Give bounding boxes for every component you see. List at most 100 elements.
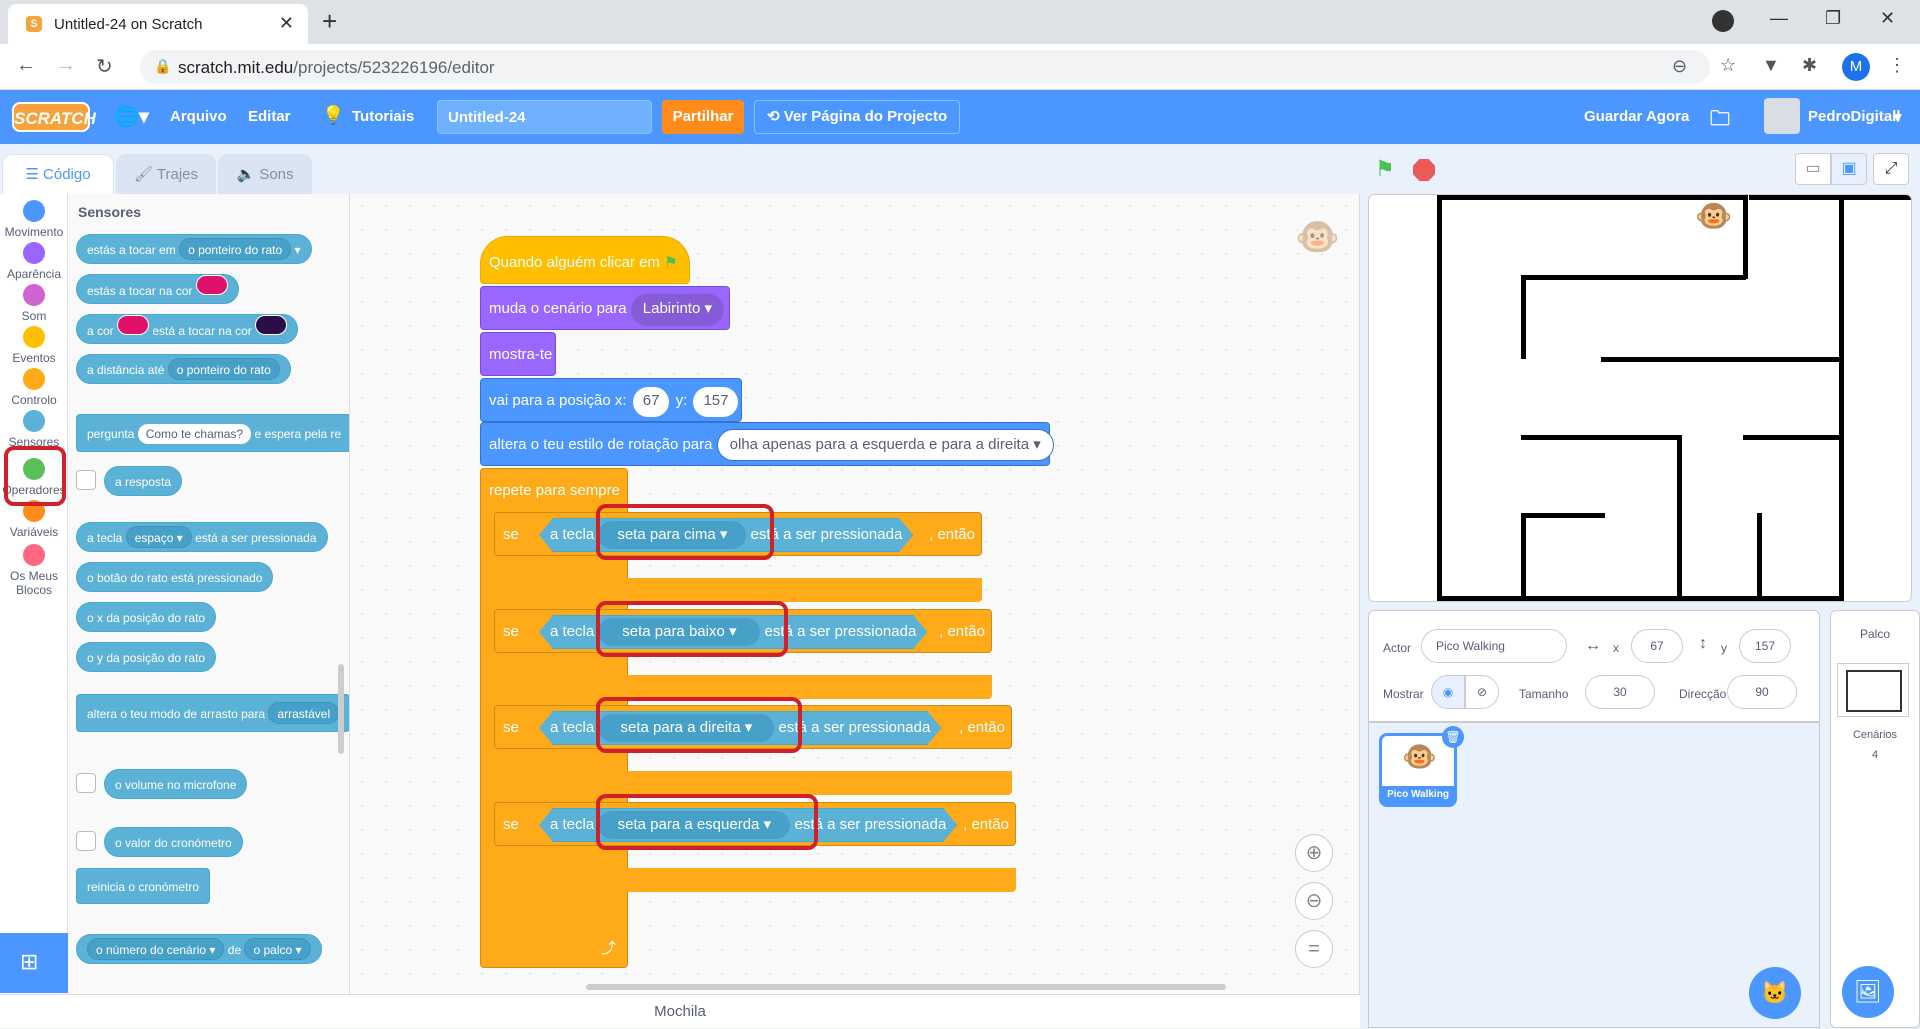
category-5[interactable]: Sensores	[0, 410, 68, 449]
category-4[interactable]: Controlo	[0, 368, 68, 407]
stage-canvas[interactable]: 🐵	[1368, 194, 1912, 602]
menu-file[interactable]: Arquivo	[170, 108, 227, 125]
address-toolbar: ← → ↻ 🔒 scratch.mit.edu/projects/5232261…	[0, 44, 1920, 90]
forward-icon[interactable]: →	[56, 54, 76, 77]
username[interactable]: PedroDigitall	[1808, 108, 1901, 125]
x-input[interactable]: 67	[1631, 629, 1683, 663]
tab-code[interactable]: ☰ Código	[2, 154, 114, 194]
color-swatch-pink[interactable]	[195, 275, 228, 295]
block-ask[interactable]: pergunta Como te chamas? e espera pela r…	[76, 414, 349, 452]
category-2[interactable]: Som	[0, 284, 68, 323]
tutorials-bulb-icon: 💡	[322, 105, 345, 125]
block-mouse-y[interactable]: o y da posição do rato	[76, 642, 217, 672]
save-now-button[interactable]: Guardar Agora	[1584, 108, 1689, 125]
block-mouse-x[interactable]: o x da posição do rato	[76, 602, 217, 632]
palette-heading: Sensores	[78, 204, 142, 220]
profile-dropdown-icon[interactable]	[1712, 10, 1734, 32]
block-drag-mode[interactable]: altera o teu modo de arrasto para arrast…	[76, 694, 349, 732]
category-0[interactable]: Movimento	[0, 200, 68, 239]
profile-avatar[interactable]: M	[1842, 53, 1870, 81]
delete-sprite-icon[interactable]: 🗑	[1442, 726, 1464, 748]
sprite-name-input[interactable]: Pico Walking	[1421, 629, 1567, 663]
size-label: Tamanho	[1519, 687, 1569, 701]
answer-checkbox[interactable]	[76, 470, 96, 490]
workspace-scrollbar[interactable]	[586, 984, 1226, 990]
small-stage-icon[interactable]: ▭	[1795, 153, 1831, 185]
bookmark-star-icon[interactable]: ☆	[1720, 55, 1736, 76]
stage-target-pane[interactable]: Palco Cenários 4	[1830, 610, 1920, 1028]
green-flag-icon[interactable]: ⚑	[1375, 156, 1395, 182]
category-3[interactable]: Eventos	[0, 326, 68, 365]
block-backdrop-of[interactable]: o número do cenário ▾ de o palco ▾	[76, 934, 322, 964]
block-go-to-xy[interactable]: vai para a posição x: 67 y: 157	[480, 378, 742, 422]
zoom-icon[interactable]: ⊖	[1672, 56, 1687, 77]
y-input[interactable]: 157	[1739, 629, 1791, 663]
block-set-rotation-style[interactable]: altera o teu estilo de rotação para olha…	[480, 422, 1054, 466]
my-stuff-folder-icon[interactable]: 🗀	[1710, 104, 1730, 138]
timer-checkbox[interactable]	[76, 831, 96, 851]
zoom-in-icon[interactable]: ⊕	[1295, 834, 1333, 872]
block-switch-backdrop[interactable]: muda o cenário para Labirinto ▾	[480, 286, 730, 330]
window-close-icon[interactable]: ✕	[1880, 8, 1895, 29]
tab-costumes[interactable]: 🖌 Trajes	[116, 154, 216, 194]
large-stage-icon[interactable]: ▣	[1831, 153, 1867, 185]
minimize-icon[interactable]: —	[1770, 8, 1788, 29]
block-distance[interactable]: a distância até o ponteiro do rato	[76, 354, 291, 384]
size-input[interactable]: 30	[1585, 675, 1655, 709]
share-button[interactable]: Partilhar	[662, 100, 744, 134]
user-avatar[interactable]	[1764, 98, 1800, 134]
menu-tutorials[interactable]: Tutoriais	[352, 108, 414, 125]
browser-tab[interactable]: S Untitled-24 on Scratch ✕	[8, 4, 308, 44]
add-sprite-button[interactable]: 🐱	[1749, 967, 1801, 1019]
color-swatch-pink-2[interactable]	[117, 315, 150, 335]
block-loudness[interactable]: o volume no microfone	[104, 769, 248, 799]
block-touching[interactable]: estás a tocar em o ponteiro do rato ▾	[76, 234, 312, 264]
block-answer[interactable]: a resposta	[104, 466, 183, 496]
menu-edit[interactable]: Editar	[248, 108, 291, 125]
block-color-touching-color[interactable]: a cor está a tocar na cor	[76, 314, 299, 344]
category-8[interactable]: Os Meus Blocos	[0, 544, 68, 597]
block-touching-color[interactable]: estás a tocar na cor	[76, 274, 239, 304]
tab-title: Untitled-24 on Scratch	[54, 16, 203, 33]
url-bar[interactable]: 🔒 scratch.mit.edu/projects/523226196/edi…	[140, 50, 1710, 84]
color-swatch-dark[interactable]	[255, 315, 288, 335]
category-label: Movimento	[4, 225, 64, 239]
direction-input[interactable]: 90	[1727, 675, 1797, 709]
block-show[interactable]: mostra-te	[480, 332, 556, 376]
block-when-flag-clicked[interactable]: Quando alguém clicar em ⚑	[480, 236, 690, 284]
pico-sprite[interactable]: 🐵	[1695, 199, 1732, 234]
add-backdrop-button[interactable]: 🖼	[1842, 966, 1894, 1018]
project-title-input[interactable]: Untitled-24	[437, 100, 652, 134]
block-mouse-down[interactable]: o botão do rato está pressionado	[76, 562, 274, 592]
stage-thumbnail[interactable]	[1837, 663, 1909, 717]
stop-icon[interactable]	[1413, 159, 1435, 181]
loudness-checkbox[interactable]	[76, 773, 96, 793]
block-key-pressed[interactable]: a tecla espaço ▾ está a ser pressionada	[76, 522, 328, 552]
backpack[interactable]: Mochila	[0, 994, 1360, 1028]
scratch-logo[interactable]: SCRATCH	[12, 102, 96, 132]
show-visible-icon[interactable]: ◉	[1431, 675, 1465, 709]
user-menu-chevron-icon[interactable]: ▾	[1894, 108, 1902, 126]
close-tab-icon[interactable]: ✕	[279, 13, 294, 34]
puzzle-icon[interactable]: ✱	[1802, 55, 1817, 76]
zoom-out-icon[interactable]: ⊖	[1295, 882, 1333, 920]
block-reset-timer[interactable]: reinicia o cronómetro	[76, 868, 211, 904]
sprite-thumbnail-label: Pico Walking	[1382, 786, 1454, 804]
language-globe-icon[interactable]: 🌐▾	[114, 104, 149, 129]
new-tab-icon[interactable]: +	[322, 6, 337, 37]
extension-icon[interactable]: ▼	[1762, 55, 1780, 76]
tab-sounds[interactable]: 🔈 Sons	[218, 154, 312, 194]
more-menu-icon[interactable]: ⋮	[1888, 55, 1906, 76]
sprite-thumbnail[interactable]: 🐵 Pico Walking 🗑	[1379, 726, 1464, 807]
zoom-reset-icon[interactable]: =	[1295, 930, 1333, 968]
back-icon[interactable]: ←	[16, 54, 36, 77]
category-1[interactable]: Aparência	[0, 242, 68, 281]
fullscreen-icon[interactable]: ⤢	[1873, 153, 1909, 185]
see-project-page-button[interactable]: ⟲ Ver Página do Projecto	[754, 100, 960, 134]
add-extension-button[interactable]: ⊞	[0, 933, 68, 993]
reload-icon[interactable]: ↻	[96, 54, 113, 79]
block-timer[interactable]: o valor do cronómetro	[104, 827, 243, 857]
palette-scrollbar[interactable]	[338, 664, 344, 754]
restore-icon[interactable]: ❐	[1825, 8, 1841, 29]
show-hidden-icon[interactable]: ⊘	[1465, 675, 1499, 709]
